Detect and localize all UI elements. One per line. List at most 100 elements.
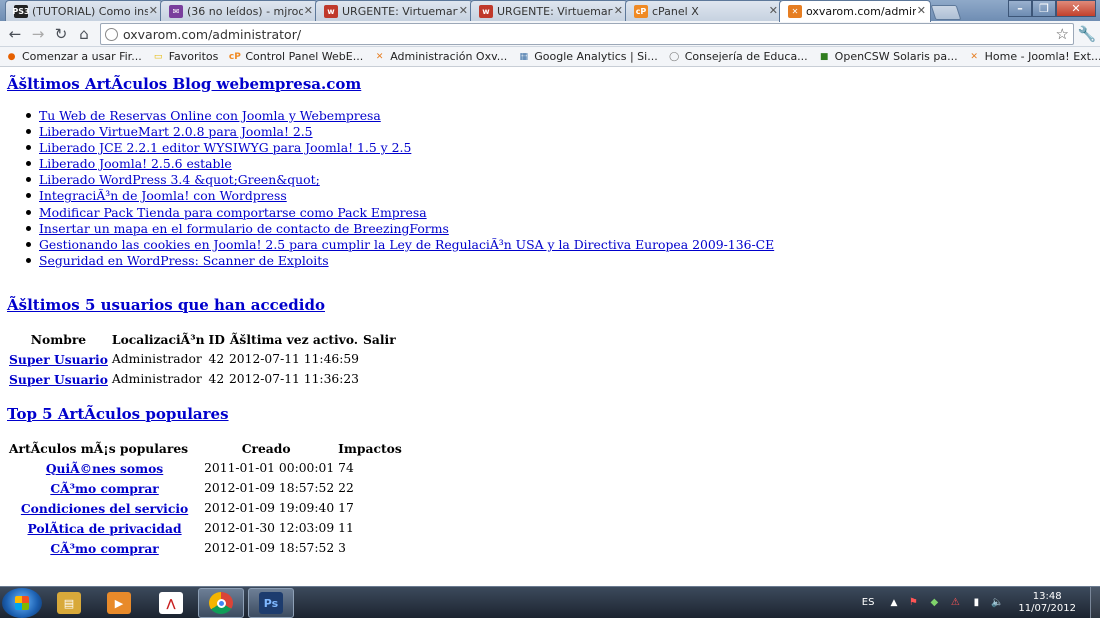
list-item: Seguridad en WordPress: Scanner de Explo…: [25, 253, 774, 269]
popular-section-title[interactable]: Top 5 ArtÃculos populares: [7, 405, 229, 423]
taskbar-app-active[interactable]: Ps: [248, 588, 294, 618]
article-link[interactable]: CÃ³mo comprar: [50, 541, 158, 556]
browser-tab[interactable]: w URGENTE: Virtuemart no a ✕: [470, 0, 628, 21]
article-link[interactable]: IntegraciÃ³n de Joomla! con Wordpress: [39, 188, 287, 203]
back-arrow-icon[interactable]: ←: [5, 25, 25, 43]
column-header: Ãšltima vez activo.: [229, 331, 359, 347]
article-link[interactable]: Liberado WordPress 3.4 &quot;Green&quot;: [39, 172, 320, 187]
bookmark-label: Administración Oxv...: [390, 50, 508, 63]
bookmark-item[interactable]: ● Comenzar a usar Fir...: [0, 50, 147, 63]
security-icon[interactable]: ⚠: [949, 597, 961, 609]
taskbar-app-active[interactable]: [198, 588, 244, 618]
popular-title-link[interactable]: Top 5 ArtÃculos populares: [7, 405, 229, 423]
article-link[interactable]: CÃ³mo comprar: [50, 481, 158, 496]
article-link[interactable]: QuiÃ©nes somos: [46, 461, 163, 476]
bookmark-item[interactable]: ✕ Home - Joomla! Ext...: [963, 50, 1100, 63]
blog-section-title[interactable]: Ãšltimos ArtÃculos Blog webempresa.com: [7, 75, 361, 93]
analytics-icon: ▦: [519, 51, 528, 62]
volume-icon[interactable]: 🔈: [991, 597, 1003, 609]
chrome-icon: [209, 592, 233, 614]
close-window-icon[interactable]: ✕: [1056, 0, 1096, 17]
user-location: Administrador: [111, 372, 202, 386]
start-button[interactable]: [2, 588, 42, 618]
browser-tab[interactable]: cP cPanel X ✕: [625, 0, 783, 21]
hits-count: 74: [338, 461, 354, 475]
show-hidden-icons-icon[interactable]: ▲: [890, 598, 897, 608]
table-row: Super Usuario Administrador 42 2012-07-1…: [7, 369, 398, 389]
article-link[interactable]: Seguridad en WordPress: Scanner de Explo…: [39, 253, 329, 268]
browser-tab[interactable]: w URGENTE: Virtuemart no a ✕: [315, 0, 473, 21]
table-header-row: ArtÃculos mÃ¡s populares Creado Impactos: [7, 438, 404, 458]
created-date: 2012-01-30 12:03:09: [204, 521, 335, 535]
hits-count: 22: [338, 481, 354, 495]
article-link[interactable]: Liberado Joomla! 2.5.6 estable: [39, 156, 232, 171]
article-link[interactable]: Tu Web de Reservas Online con Joomla y W…: [39, 108, 381, 123]
windows-taskbar: ▤ ▶ ⋀ Ps ES ▲ ⚑ ◆ ⚠ ▮ 🔈 13:48 11/07/2012: [0, 586, 1100, 618]
home-icon[interactable]: ⌂: [74, 25, 94, 43]
blog-title-link[interactable]: Ãšltimos ArtÃculos Blog webempresa.com: [7, 75, 361, 93]
windows-logo-icon: [15, 596, 29, 610]
bookmark-label: OpenCSW Solaris pa...: [834, 50, 958, 63]
article-link[interactable]: PolÃtica de privacidad: [28, 521, 182, 536]
tab-close-icon[interactable]: ✕: [614, 4, 623, 17]
browser-tab[interactable]: PS3 (TUTORIAL) Como instalar ✕: [5, 0, 163, 21]
tab-close-icon[interactable]: ✕: [149, 4, 158, 17]
network-icon[interactable]: ▮: [970, 597, 982, 609]
bookmarks-bar: ● Comenzar a usar Fir... ▭ Favoritos cP …: [0, 47, 1100, 67]
users-title-link[interactable]: Ãšltimos 5 usuarios que han accedido: [7, 296, 325, 314]
safely-remove-icon[interactable]: ◆: [928, 597, 940, 609]
column-header: Creado: [241, 440, 291, 456]
bookmark-star-icon[interactable]: ☆: [1056, 25, 1069, 43]
hits-count: 3: [338, 541, 346, 555]
article-link[interactable]: Liberado JCE 2.2.1 editor WYSIWYG para J…: [39, 140, 411, 155]
acrobat-icon: ⋀: [159, 592, 183, 614]
bookmark-item[interactable]: ▭ Favoritos: [147, 50, 224, 63]
article-link[interactable]: Condiciones del servicio: [21, 501, 188, 516]
bookmark-item[interactable]: ◯ Consejería de Educa...: [663, 50, 813, 63]
address-bar[interactable]: ☆: [100, 23, 1074, 45]
joomla-icon: ✕: [375, 51, 384, 62]
ps3-favicon-icon: PS3: [12, 4, 30, 18]
bookmark-item[interactable]: cP Control Panel WebE...: [223, 50, 368, 63]
clock[interactable]: 13:48 11/07/2012: [1018, 591, 1076, 615]
list-item: Insertar un mapa en el formulario de con…: [25, 221, 774, 237]
window-controls: – ❐ ✕: [1008, 0, 1096, 17]
list-item: Liberado VirtueMart 2.0.8 para Joomla! 2…: [25, 124, 774, 140]
maximize-icon[interactable]: ❐: [1032, 0, 1056, 17]
user-link[interactable]: Super Usuario: [9, 372, 108, 387]
bookmark-label: Favoritos: [168, 50, 219, 63]
article-link[interactable]: Liberado VirtueMart 2.0.8 para Joomla! 2…: [39, 124, 313, 139]
page-content: Ãšltimos ArtÃculos Blog webempresa.com T…: [0, 67, 1100, 586]
forward-arrow-icon[interactable]: →: [28, 25, 48, 43]
minimize-icon[interactable]: –: [1008, 0, 1032, 17]
browser-tab[interactable]: ✉ (36 no leídos) - mjrodrigue ✕: [160, 0, 318, 21]
action-center-icon[interactable]: ⚑: [907, 597, 919, 609]
bookmark-item[interactable]: ■ OpenCSW Solaris pa...: [813, 50, 963, 63]
taskbar-app[interactable]: ▤: [46, 588, 92, 618]
article-link[interactable]: Gestionando las cookies en Joomla! 2.5 p…: [39, 237, 774, 252]
reload-icon[interactable]: ↻: [51, 25, 71, 43]
column-header: LocalizaciÃ³n: [111, 331, 205, 347]
list-item: Modificar Pack Tienda para comportarse c…: [25, 205, 774, 221]
tab-close-icon[interactable]: ✕: [304, 4, 313, 17]
users-section-title[interactable]: Ãšltimos 5 usuarios que han accedido: [7, 296, 325, 314]
taskbar-app[interactable]: ▶: [96, 588, 142, 618]
tab-close-icon[interactable]: ✕: [459, 4, 468, 17]
table-row: Super Usuario Administrador 42 2012-07-1…: [7, 349, 398, 369]
language-indicator[interactable]: ES: [862, 597, 875, 608]
tab-close-icon[interactable]: ✕: [769, 4, 778, 17]
show-desktop-button[interactable]: [1090, 587, 1100, 618]
list-item: IntegraciÃ³n de Joomla! con Wordpress: [25, 188, 774, 204]
wrench-icon[interactable]: 🔧: [1077, 25, 1097, 43]
table-row: Condiciones del servicio 2012-01-09 19:0…: [7, 498, 404, 518]
taskbar-app[interactable]: ⋀: [148, 588, 194, 618]
new-tab-button[interactable]: [930, 5, 962, 20]
bookmark-item[interactable]: ✕ Administración Oxv...: [368, 50, 512, 63]
tab-close-icon[interactable]: ✕: [917, 4, 926, 17]
article-link[interactable]: Modificar Pack Tienda para comportarse c…: [39, 205, 427, 220]
user-link[interactable]: Super Usuario: [9, 352, 108, 367]
bookmark-item[interactable]: ▦ Google Analytics | Si...: [512, 50, 662, 63]
article-link[interactable]: Insertar un mapa en el formulario de con…: [39, 221, 449, 236]
url-input[interactable]: [123, 26, 1023, 42]
browser-tab-active[interactable]: ✕ oxvarom.com/administrat ✕: [779, 0, 931, 22]
